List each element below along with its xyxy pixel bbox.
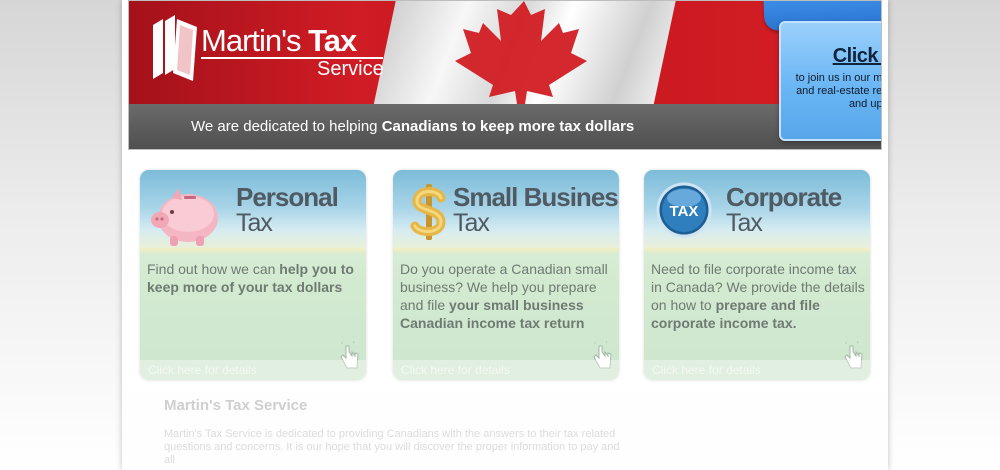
card-personal-tax[interactable]: Personal Tax Find out how we can help yo… xyxy=(140,170,366,380)
details-link[interactable]: Click here for details xyxy=(148,363,257,377)
card-description: Find out how we can help you to keep mor… xyxy=(147,261,354,295)
about-title: Martin's Tax Service xyxy=(164,397,308,414)
mailing-list-callout[interactable]: Click here to join us in our mailing lis… xyxy=(779,21,882,141)
card-subtitle: Tax xyxy=(726,209,763,237)
mailing-list-link[interactable]: Click here xyxy=(781,45,881,68)
card-description: Need to file corporate income tax in Can… xyxy=(651,261,865,331)
card-description: Do you operate a Canadian small business… xyxy=(400,261,608,331)
card-corporate-tax[interactable]: TAX Corporate Tax Need to file corporate… xyxy=(644,170,870,380)
logo-subtitle: Service xyxy=(317,58,384,80)
card-footer[interactable]: Click here for details xyxy=(140,360,366,380)
site-header: Martin's Tax Service We are dedicated to… xyxy=(128,0,882,150)
piggy-bank-icon xyxy=(151,188,218,246)
callout-description: to join us in our mailing list for Tax a… xyxy=(795,72,882,110)
svg-text:TAX: TAX xyxy=(670,203,699,220)
details-link[interactable]: Click here for details xyxy=(652,363,761,377)
card-footer[interactable]: Click here for details xyxy=(644,360,870,380)
details-link[interactable]: Click here for details xyxy=(401,363,510,377)
logo-books-icon xyxy=(153,15,197,81)
tagline-bar: We are dedicated to helping Canadians to… xyxy=(129,104,881,149)
card-subtitle: Tax xyxy=(236,209,273,237)
card-small-business-tax[interactable]: Small Business Tax Do you operate a Cana… xyxy=(393,170,619,380)
maple-leaf-icon xyxy=(455,1,587,104)
site-logo[interactable]: Martin's Tax Service xyxy=(149,13,389,83)
logo-name: Martin's Tax xyxy=(201,23,357,58)
tagline: We are dedicated to helping Canadians to… xyxy=(191,118,635,135)
dollar-sign-icon xyxy=(410,184,446,240)
card-subtitle: Tax xyxy=(453,209,490,237)
about-text: Martin's Tax Service is dedicated to pro… xyxy=(164,428,620,466)
tax-orb-icon: TAX xyxy=(656,182,712,238)
card-footer[interactable]: Click here for details xyxy=(393,360,619,380)
